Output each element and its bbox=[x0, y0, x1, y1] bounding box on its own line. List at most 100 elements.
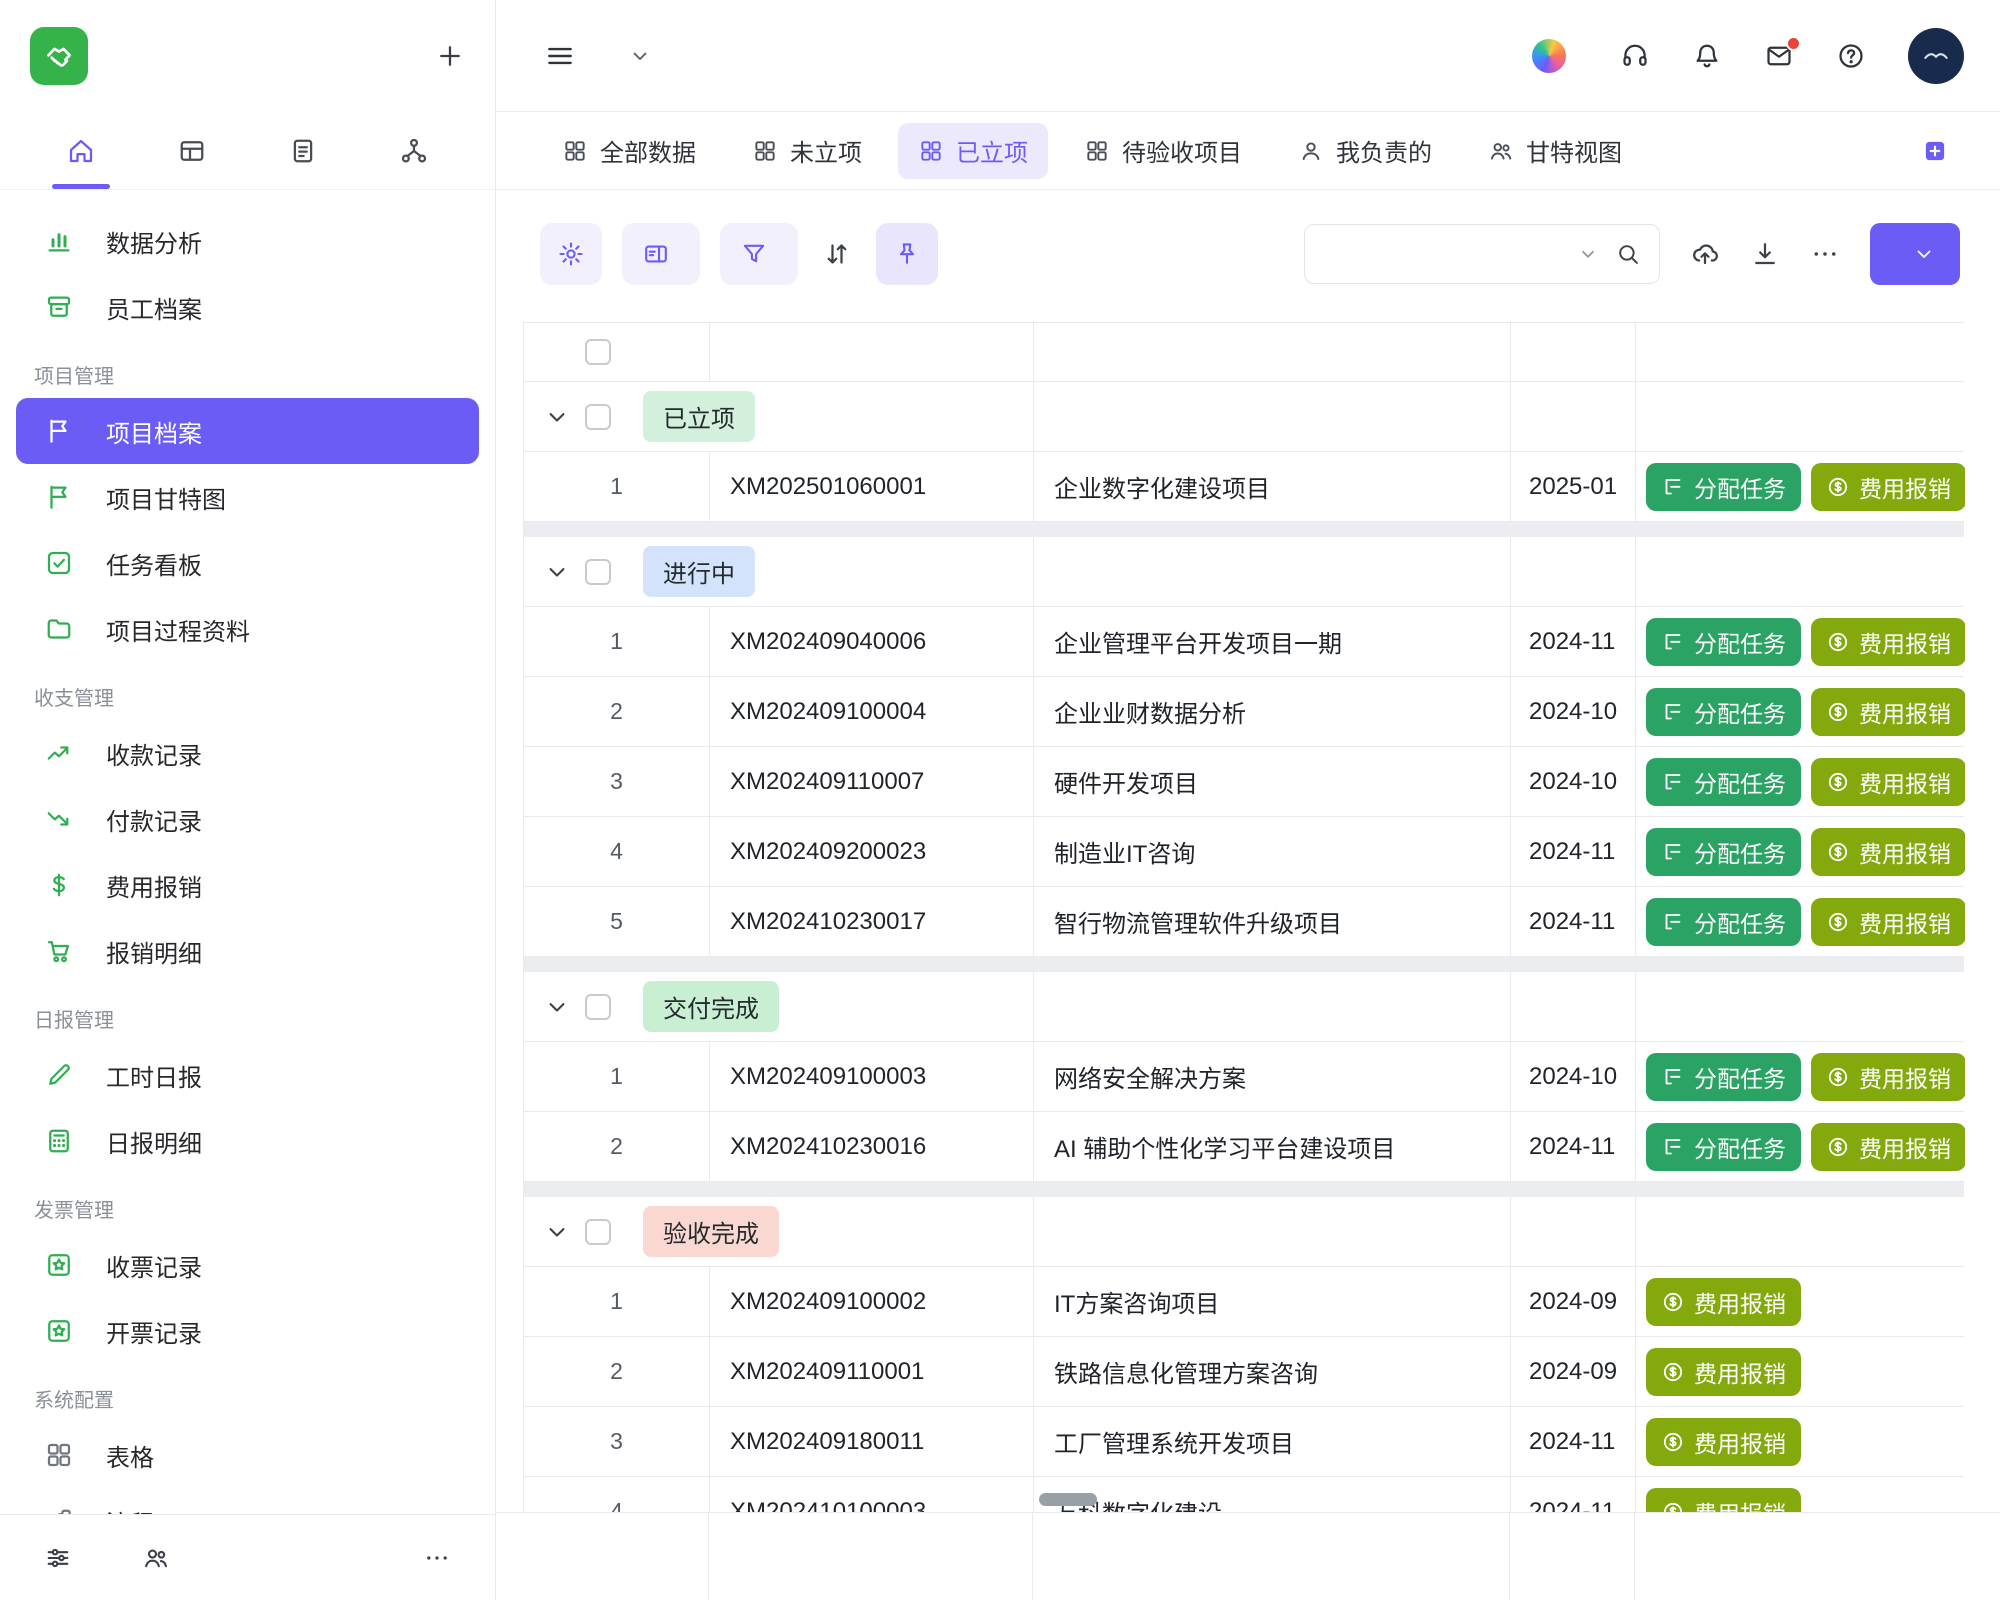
sidebar-item[interactable]: 表格 bbox=[16, 1422, 479, 1488]
bell-button[interactable] bbox=[1692, 41, 1722, 71]
headset-icon bbox=[1620, 41, 1650, 71]
table-row[interactable]: 2XM202409100004企业业财数据分析2024-10分配任务费用报销 bbox=[523, 677, 1964, 747]
more-actions-icon[interactable] bbox=[1810, 239, 1840, 269]
table-row[interactable]: 1XM202409100003网络安全解决方案2024-10分配任务费用报销 bbox=[523, 1042, 1964, 1112]
assign-task-button[interactable]: 分配任务 bbox=[1646, 758, 1801, 806]
hidden-fields-button[interactable] bbox=[622, 223, 700, 285]
archive-icon bbox=[44, 292, 74, 322]
manage-button[interactable] bbox=[44, 1544, 86, 1572]
table-row[interactable]: 4XM202409200023制造业IT咨询2024-11分配任务费用报销 bbox=[523, 817, 1964, 887]
upload-icon[interactable] bbox=[1690, 239, 1720, 269]
table-row[interactable]: 1XM202409100002IT方案咨询项目2024-09费用报销 bbox=[523, 1267, 1964, 1337]
view-tab[interactable]: 已立项 bbox=[898, 123, 1048, 179]
view-tab[interactable]: 待验收项目 bbox=[1064, 123, 1262, 179]
view-tab[interactable]: 全部数据 bbox=[542, 123, 716, 179]
chevron-down-icon[interactable] bbox=[543, 993, 571, 1021]
assign-task-button[interactable]: 分配任务 bbox=[1646, 1123, 1801, 1171]
group-checkbox[interactable] bbox=[585, 994, 611, 1020]
expense-button[interactable]: 费用报销 bbox=[1811, 688, 1965, 736]
expense-button[interactable]: 费用报销 bbox=[1811, 828, 1965, 876]
sidebar-tab-document[interactable] bbox=[248, 112, 359, 189]
assign-task-button[interactable]: 分配任务 bbox=[1646, 463, 1801, 511]
assign-task-button[interactable]: 分配任务 bbox=[1646, 828, 1801, 876]
start-date-cell: 2024-11 bbox=[1511, 1112, 1636, 1181]
ai-assistant-button[interactable] bbox=[1532, 39, 1578, 73]
sidebar-item[interactable]: 费用报销 bbox=[16, 852, 479, 918]
sort-button[interactable] bbox=[818, 239, 856, 269]
sidebar-item[interactable]: 工时日报 bbox=[16, 1042, 479, 1108]
create-view-button[interactable] bbox=[1922, 138, 1960, 164]
expense-button[interactable]: 费用报销 bbox=[1811, 898, 1965, 946]
horizontal-scrollbar-thumb[interactable] bbox=[1039, 1493, 1097, 1506]
sidebar-item[interactable]: 日报明细 bbox=[16, 1108, 479, 1174]
expense-button[interactable]: 费用报销 bbox=[1811, 463, 1965, 511]
table-row[interactable]: 1XM202409040006企业管理平台开发项目一期2024-11分配任务费用… bbox=[523, 607, 1964, 677]
sidebar-item[interactable]: 报销明细 bbox=[16, 918, 479, 984]
sidebar-item[interactable]: 任务看板 bbox=[16, 530, 479, 596]
expense-button[interactable]: 费用报销 bbox=[1811, 618, 1965, 666]
expense-button[interactable]: 费用报销 bbox=[1811, 1053, 1965, 1101]
search-input[interactable] bbox=[1327, 240, 1561, 268]
select-all-checkbox[interactable] bbox=[585, 339, 611, 365]
assign-task-button[interactable]: 分配任务 bbox=[1646, 618, 1801, 666]
project-name-cell: 智行物流管理软件升级项目 bbox=[1034, 887, 1511, 956]
view-tab[interactable]: 未立项 bbox=[732, 123, 882, 179]
table-title-dropdown[interactable] bbox=[614, 44, 652, 68]
view-tabs: 全部数据未立项已立项待验收项目我负责的甘特视图 bbox=[542, 123, 1642, 179]
sidebar-item[interactable]: 数据分析 bbox=[16, 208, 479, 274]
headset-button[interactable] bbox=[1620, 41, 1650, 71]
group-checkbox[interactable] bbox=[585, 1219, 611, 1245]
table-row[interactable]: 5XM202410230017智行物流管理软件升级项目2024-11分配任务费用… bbox=[523, 887, 1964, 957]
view-tabs-bar: 全部数据未立项已立项待验收项目我负责的甘特视图 bbox=[496, 112, 2000, 190]
chevron-down-icon[interactable] bbox=[543, 1218, 571, 1246]
action-label: 费用报销 bbox=[1859, 905, 1951, 939]
sidebar-item[interactable]: 收票记录 bbox=[16, 1232, 479, 1298]
expense-button[interactable]: 费用报销 bbox=[1811, 1123, 1965, 1171]
table-row[interactable]: 3XM202409110007硬件开发项目2024-10分配任务费用报销 bbox=[523, 747, 1964, 817]
members-button[interactable] bbox=[142, 1544, 184, 1572]
sidebar-header bbox=[0, 0, 495, 112]
mail-button[interactable] bbox=[1764, 41, 1794, 71]
sidebar-item[interactable]: 付款记录 bbox=[16, 786, 479, 852]
more-options-icon[interactable] bbox=[423, 1544, 451, 1572]
table-row[interactable]: 1XM202501060001企业数字化建设项目2025-01分配任务费用报销 bbox=[523, 452, 1964, 522]
sidebar-item[interactable]: 项目过程资料 bbox=[16, 596, 479, 662]
sidebar-tab-table[interactable] bbox=[137, 112, 248, 189]
table-row[interactable]: 2XM202409110001铁路信息化管理方案咨询2024-09费用报销 bbox=[523, 1337, 1964, 1407]
search-box[interactable] bbox=[1304, 224, 1660, 284]
add-data-button[interactable] bbox=[1870, 223, 1960, 285]
group-checkbox[interactable] bbox=[585, 559, 611, 585]
pin-button[interactable] bbox=[876, 223, 938, 285]
view-tab[interactable]: 甘特视图 bbox=[1468, 123, 1642, 179]
expense-button[interactable]: 费用报销 bbox=[1646, 1278, 1801, 1326]
expense-button[interactable]: 费用报销 bbox=[1811, 758, 1965, 806]
expense-button[interactable]: 费用报销 bbox=[1646, 1348, 1801, 1396]
filter-button[interactable] bbox=[720, 223, 798, 285]
sidebar-item[interactable]: 项目甘特图 bbox=[16, 464, 479, 530]
sidebar-item[interactable]: 员工档案 bbox=[16, 274, 479, 340]
project-code-cell: XM202409110001 bbox=[710, 1337, 1034, 1406]
table-row[interactable]: 3XM202409180011工厂管理系统开发项目2024-11费用报销 bbox=[523, 1407, 1964, 1477]
add-workspace-icon[interactable] bbox=[435, 41, 465, 71]
search-icon[interactable] bbox=[1615, 241, 1641, 267]
download-icon[interactable] bbox=[1750, 239, 1780, 269]
sidebar-item[interactable]: 项目档案 bbox=[16, 398, 479, 464]
collapse-sidebar-icon[interactable] bbox=[544, 40, 576, 72]
sidebar-item[interactable]: 收款记录 bbox=[16, 720, 479, 786]
table-row[interactable]: 2XM202410230016AI 辅助个性化学习平台建设项目2024-11分配… bbox=[523, 1112, 1964, 1182]
chevron-down-icon[interactable] bbox=[1577, 243, 1599, 265]
chevron-down-icon[interactable] bbox=[543, 558, 571, 586]
sidebar-tab-home[interactable] bbox=[26, 112, 137, 189]
assign-task-button[interactable]: 分配任务 bbox=[1646, 1053, 1801, 1101]
avatar[interactable] bbox=[1908, 28, 1964, 84]
view-tab[interactable]: 我负责的 bbox=[1278, 123, 1452, 179]
question-button[interactable] bbox=[1836, 41, 1866, 71]
assign-task-button[interactable]: 分配任务 bbox=[1646, 688, 1801, 736]
expense-button[interactable]: 费用报销 bbox=[1646, 1418, 1801, 1466]
group-checkbox[interactable] bbox=[585, 404, 611, 430]
sidebar-item[interactable]: 开票记录 bbox=[16, 1298, 479, 1364]
view-settings-button[interactable] bbox=[540, 223, 602, 285]
assign-task-button[interactable]: 分配任务 bbox=[1646, 898, 1801, 946]
chevron-down-icon[interactable] bbox=[543, 403, 571, 431]
sidebar-tab-org[interactable] bbox=[358, 112, 469, 189]
